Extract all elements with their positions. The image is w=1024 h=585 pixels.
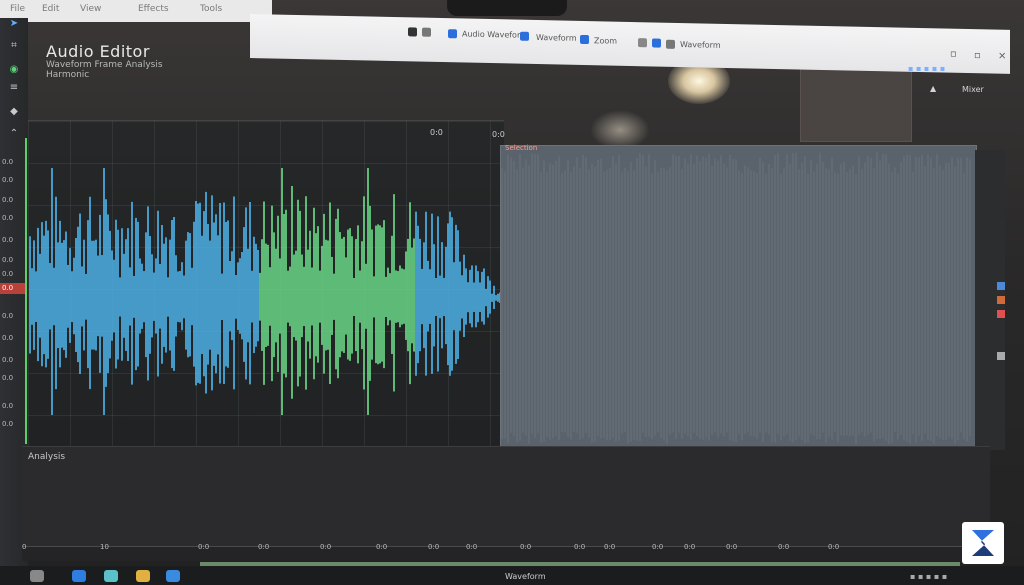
timeline-ruler[interactable] <box>22 546 990 561</box>
chevron-icon[interactable]: ⌃ <box>6 128 22 140</box>
taskbar-folder-icon[interactable] <box>136 570 150 582</box>
left-value: 0.0 <box>2 334 14 342</box>
close-icon[interactable]: × <box>998 51 1006 62</box>
tab-icon[interactable] <box>448 29 457 39</box>
timeline-tick: 0:0 <box>574 543 586 551</box>
timeline-tick: 0:0 <box>778 543 790 551</box>
playhead[interactable] <box>25 138 27 444</box>
taskbar-app-icon[interactable] <box>166 570 180 582</box>
wall-panel <box>800 60 912 142</box>
timeline-tick: 0:0 <box>652 543 664 551</box>
waveform-grid <box>28 121 504 447</box>
right-tool-red-icon[interactable] <box>997 310 1005 318</box>
right-tool-icons[interactable]: ▪ ▪ ▪ ▪ ▪ <box>908 64 945 73</box>
left-value: 0.0 <box>2 196 14 204</box>
analysis-label: Analysis <box>28 452 66 462</box>
left-value: 0.0 <box>2 402 14 410</box>
play-icon[interactable] <box>638 38 647 48</box>
maximize-icon[interactable]: ▫ <box>974 50 981 61</box>
timeline-tick: 0:0 <box>726 543 738 551</box>
left-value: 0.0 <box>2 158 14 166</box>
timeline-tick: 0:0 <box>258 543 270 551</box>
app-subtitle-secondary: Harmonic <box>46 70 90 80</box>
minimize-icon[interactable]: ▫ <box>950 49 957 60</box>
tab-audio-waveform[interactable]: Audio Waveform <box>462 29 528 39</box>
left-value: 0.0 <box>2 374 14 382</box>
pointer-icon[interactable]: ➤ <box>6 18 22 30</box>
mixer-label[interactable]: Mixer <box>962 85 984 94</box>
timeline-tick: 0:0 <box>466 543 478 551</box>
waveform-panel[interactable] <box>28 120 504 447</box>
share-icon[interactable] <box>666 39 675 49</box>
marker-label: 0:0 <box>430 128 443 137</box>
taskbar-pen-icon[interactable] <box>30 570 44 582</box>
menu-item-file[interactable]: File <box>10 4 25 14</box>
timeline-tick: 0:0 <box>198 543 210 551</box>
left-value: 0.0 <box>2 420 14 428</box>
left-value: 0.0 <box>2 356 14 364</box>
menu-item-view[interactable]: View <box>80 4 101 14</box>
list-icon[interactable]: ≡ <box>6 82 22 94</box>
left-value: 0.0 <box>2 256 14 264</box>
menu-bar: File Edit View Effects Tools <box>0 0 272 22</box>
analysis-panel[interactable] <box>22 446 990 547</box>
zoom-icon[interactable] <box>580 34 589 45</box>
timeline-tick: 0:0 <box>520 543 532 551</box>
marker-icon[interactable]: ◆ <box>6 106 22 118</box>
monitor-camera <box>447 0 567 16</box>
timeline-tick: 0:0 <box>684 543 696 551</box>
tab-close-icon[interactable] <box>520 31 529 41</box>
menu-item-tools[interactable]: Tools <box>200 4 222 14</box>
selection-tag: Selection <box>505 144 538 152</box>
zoom-field[interactable]: Zoom <box>594 36 617 45</box>
timeline-tick: 0:0 <box>604 543 616 551</box>
app-subtitle: Waveform Frame Analysis <box>46 60 163 70</box>
system-tray-icons[interactable]: ▪ ▪ ▪ ▪ ▪ <box>910 572 947 581</box>
left-value-selected[interactable]: 0.0 <box>2 284 13 292</box>
right-tool-blue-icon[interactable] <box>997 282 1005 290</box>
app-title: Audio Editor <box>46 42 150 61</box>
selection-region[interactable] <box>500 145 977 447</box>
timeline-tick: 0 <box>22 543 27 551</box>
taskbar-browser-icon[interactable] <box>72 570 86 582</box>
settings-icon[interactable] <box>652 38 661 48</box>
menu-item-effects[interactable]: Effects <box>138 4 169 14</box>
brand-logo <box>962 522 1004 564</box>
right-tool-orange-icon[interactable] <box>997 296 1005 304</box>
left-value: 0.0 <box>2 236 14 244</box>
timeline-tick: 0:0 <box>428 543 440 551</box>
globe-icon[interactable]: ◉ <box>6 64 22 76</box>
timeline-tick: 10 <box>100 543 109 551</box>
left-value: 0.0 <box>2 176 14 184</box>
timeline-tick: 0:0 <box>828 543 840 551</box>
toolbar-search[interactable]: Waveform <box>680 40 721 50</box>
taskbar-center-label: Waveform <box>505 572 546 581</box>
ceiling-lamp-reflection <box>590 110 650 150</box>
taskbar-files-icon[interactable] <box>104 570 118 582</box>
timeline-tick: 0:0 <box>320 543 332 551</box>
crop-icon[interactable]: ⌗ <box>6 40 22 52</box>
right-tool-grey-icon[interactable] <box>997 352 1005 360</box>
mixer-icon[interactable]: ▲ <box>930 84 936 93</box>
marker-label-2: 0:0 <box>492 130 505 139</box>
left-value: 0.0 <box>2 214 14 222</box>
left-value: 0.0 <box>2 270 14 278</box>
left-value: 0.0 <box>2 312 14 320</box>
menu-item-edit[interactable]: Edit <box>42 4 59 14</box>
tab-waveform[interactable]: Waveform <box>536 33 577 43</box>
refresh-icon[interactable] <box>422 27 431 37</box>
back-icon[interactable] <box>408 27 417 37</box>
timeline-tick: 0:0 <box>376 543 388 551</box>
